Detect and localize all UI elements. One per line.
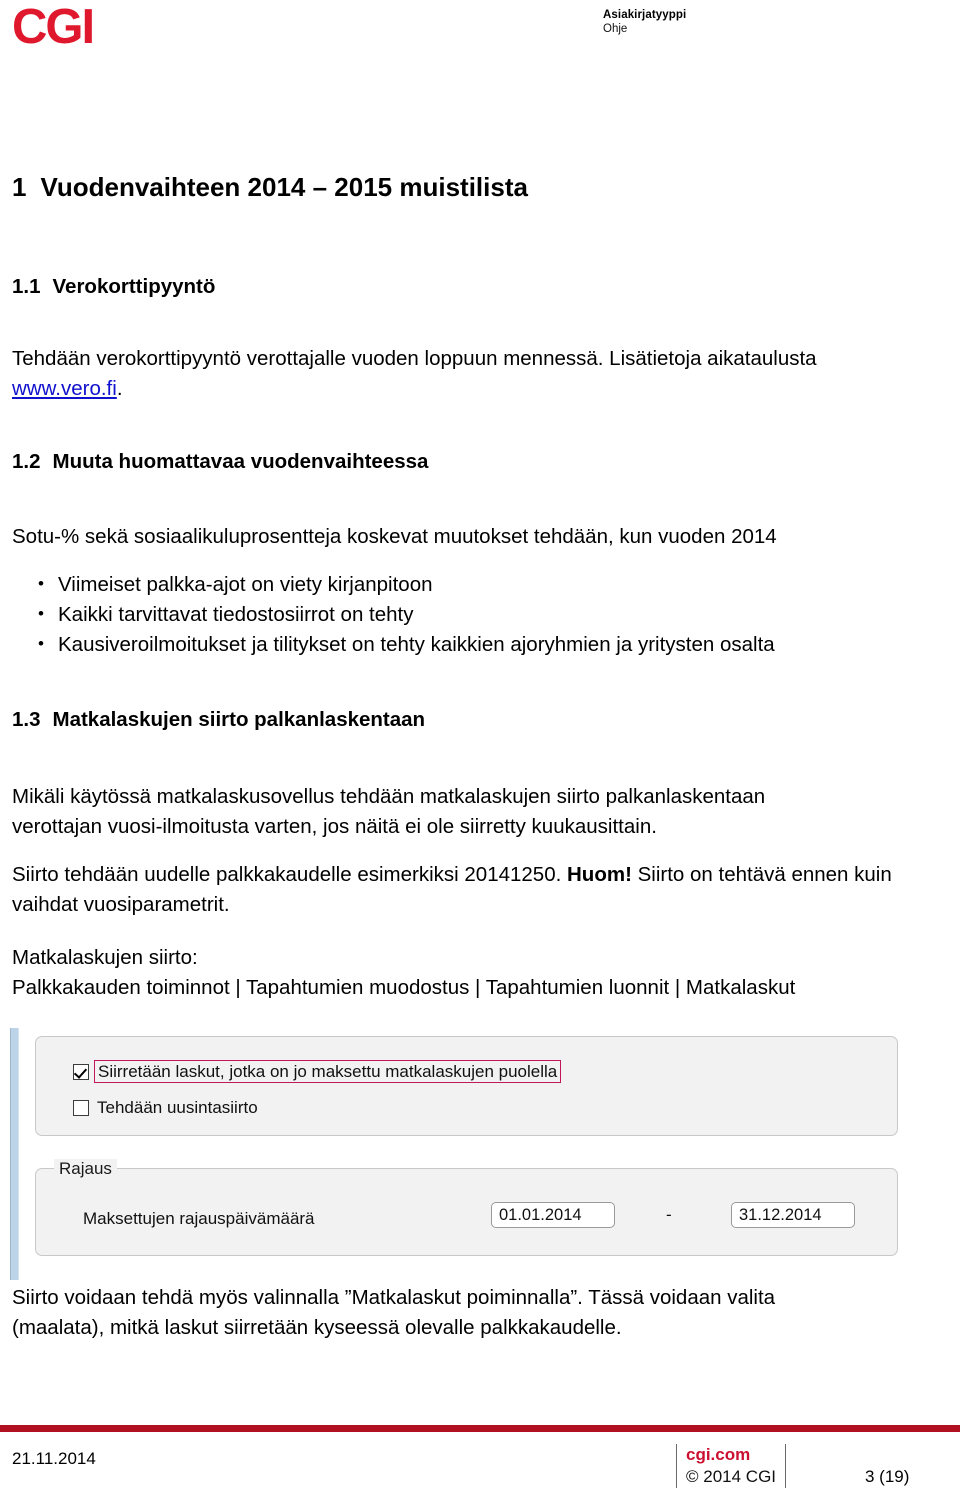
paragraph-1-2-intro: Sotu-% sekä sosiaalikuluprosentteja kosk…: [12, 525, 777, 548]
paragraph-1-3-first: Mikäli käytössä matkalaskusovellus tehdä…: [12, 782, 765, 842]
document-type-value: Ohje: [603, 23, 628, 35]
paragraph-1-3-first-line2: verottajan vuosi-ilmoitusta varten, jos …: [12, 815, 657, 838]
section-heading-text-1-1: Verokorttipyyntö: [52, 275, 216, 298]
checkbox-siirretaan-laskut[interactable]: [73, 1064, 89, 1080]
navigation-path-block: Matkalaskujen siirto: Palkkakauden toimi…: [12, 943, 795, 1003]
bullet-list-1-2: Viimeiset palkka-ajot on viety kirjanpit…: [12, 569, 775, 660]
section-number-1-2: 1.2: [12, 450, 41, 473]
list-item: Viimeiset palkka-ajot on viety kirjanpit…: [12, 569, 775, 600]
page-title: 1 Vuodenvaihteen 2014 – 2015 muistilista: [12, 172, 528, 203]
rajaus-group-panel: Rajaus Maksettujen rajauspäivämäärä 01.0…: [35, 1159, 898, 1256]
paragraph-1-3-first-line1: Mikäli käytössä matkalaskusovellus tehdä…: [12, 785, 766, 808]
paragraph-1-3-second: Siirto tehdään uudelle palkkakaudelle es…: [12, 860, 918, 920]
paragraph-1-1: Tehdään verokorttipyyntö verottajalle vu…: [12, 344, 918, 404]
page-title-number: 1: [12, 172, 27, 202]
section-heading-1-3: 1.3 Matkalaskujen siirto palkanlaskentaan: [12, 708, 425, 732]
checkbox-label-tehdaan-uusintasiirto: Tehdään uusintasiirto: [97, 1098, 258, 1117]
section-heading-1-2: 1.2 Muuta huomattavaa vuodenvaihteessa: [12, 450, 428, 474]
section-number-1-3: 1.3: [12, 708, 41, 731]
cgi-logo: CGI: [12, 0, 95, 54]
embedded-app-screenshot: Siirretään laskut, jotka on jo maksettu …: [10, 1028, 900, 1280]
footer-site-link[interactable]: cgi.com: [686, 1444, 776, 1466]
footer-page-number: 3 (19): [865, 1467, 910, 1486]
paragraph-1-1-period: .: [116, 377, 123, 400]
app-left-rail: [10, 1028, 19, 1280]
page-title-text: Vuodenvaihteen 2014 – 2015 muistilista: [40, 172, 528, 202]
paragraph-1-1-text: Tehdään verokorttipyyntö verottajalle vu…: [12, 347, 817, 370]
footer-center-block: cgi.com © 2014 CGI: [676, 1444, 787, 1488]
footer-date: 21.11.2014: [12, 1449, 96, 1468]
list-item: Kaikki tarvittavat tiedostosiirrot on te…: [12, 599, 775, 630]
checkbox-label-siirretaan-laskut: Siirretään laskut, jotka on jo maksettu …: [94, 1060, 562, 1083]
section-heading-text-1-2: Muuta huomattavaa vuodenvaihteessa: [52, 450, 429, 473]
footer-divider-rule: [0, 1425, 960, 1432]
vero-fi-link[interactable]: www.vero.fi: [12, 377, 117, 400]
document-metadata: Asiakirjatyyppi Ohje: [603, 8, 686, 36]
section-number-1-1: 1.1: [12, 275, 41, 298]
section-heading-text-1-3: Matkalaskujen siirto palkanlaskentaan: [52, 708, 426, 731]
rajaus-group-legend: Rajaus: [54, 1159, 117, 1179]
paragraph-1-3-third: Siirto voidaan tehdä myös valinnalla ”Ma…: [12, 1283, 775, 1343]
section-heading-1-1: 1.1 Verokorttipyyntö: [12, 275, 215, 299]
paragraph-1-3-third-line2: (maalata), mitkä laskut siirretään kysee…: [12, 1316, 622, 1339]
rajaus-field-label: Maksettujen rajauspäivämäärä: [83, 1209, 315, 1228]
huom-emphasis: Huom!: [567, 863, 632, 886]
document-type-label: Asiakirjatyyppi: [603, 9, 687, 21]
page-footer: 21.11.2014 cgi.com © 2014 CGI 3 (19): [0, 1440, 960, 1499]
navigation-path-label: Matkalaskujen siirto:: [12, 946, 198, 969]
checkbox-tehdaan-uusintasiirto[interactable]: [73, 1100, 89, 1116]
page-header: CGI Asiakirjatyyppi Ohje: [0, 0, 960, 60]
paragraph-1-3-third-line1: Siirto voidaan tehdä myös valinnalla ”Ma…: [12, 1286, 776, 1309]
footer-copyright: © 2014 CGI: [686, 1467, 777, 1486]
date-from-input[interactable]: 01.01.2014: [491, 1202, 615, 1228]
checkbox-panel: Siirretään laskut, jotka on jo maksettu …: [35, 1036, 898, 1136]
list-item: Kausiveroilmoitukset ja tilitykset on te…: [12, 629, 775, 660]
breadcrumb: Palkkakauden toiminnot | Tapahtumien muo…: [12, 976, 796, 999]
date-to-input[interactable]: 31.12.2014: [731, 1202, 855, 1228]
date-range-separator: -: [666, 1205, 672, 1224]
paragraph-1-3-second-part1: Siirto tehdään uudelle palkkakaudelle es…: [12, 863, 567, 886]
